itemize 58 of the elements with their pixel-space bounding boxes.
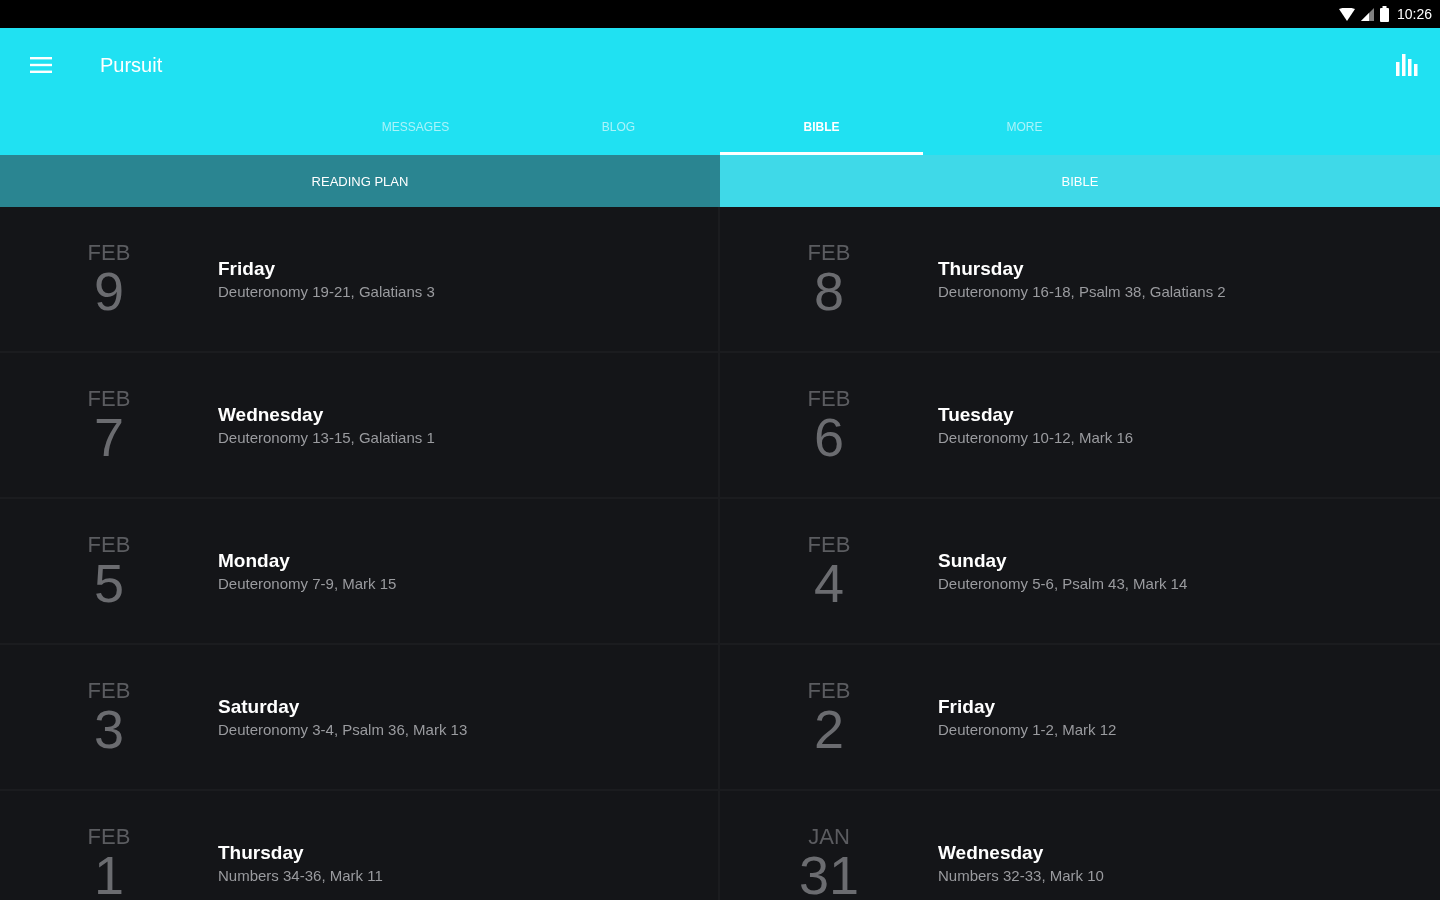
passage-text: Deuteronomy 7-9, Mark 15 — [218, 574, 397, 594]
passage-text: Deuteronomy 5-6, Psalm 43, Mark 14 — [938, 574, 1188, 594]
weekday-label: Monday — [218, 549, 291, 573]
month-label: FEB — [807, 387, 851, 411]
passage-text: Deuteronomy 10-12, Mark 16 — [938, 428, 1134, 448]
month-label: FEB — [807, 679, 851, 703]
day-number: 6 — [813, 411, 844, 463]
passage-text: Numbers 34-36, Mark 11 — [218, 866, 383, 886]
menu-icon[interactable] — [30, 57, 52, 73]
weekday-label: Thursday — [938, 257, 1025, 281]
weekday-label: Saturday — [218, 695, 301, 719]
reading-item[interactable]: FEB 6 Tuesday Deuteronomy 10-12, Mark 16 — [720, 353, 1440, 499]
reading-item[interactable]: FEB 2 Friday Deuteronomy 1-2, Mark 12 — [720, 645, 1440, 791]
day-number: 2 — [813, 703, 844, 755]
reading-item[interactable]: FEB 9 Friday Deuteronomy 19-21, Galatians 3 — [0, 207, 720, 353]
reading-item[interactable]: JAN 31 Wednesday Numbers 32-33, Mark 10 — [720, 791, 1440, 900]
weekday-label: Wednesday — [218, 403, 325, 427]
reading-item[interactable]: FEB 4 Sunday Deuteronomy 5-6, Psalm 43, Mark 14 — [720, 499, 1440, 645]
passage-text: Deuteronomy 1-2, Mark 12 — [938, 720, 1117, 740]
reading-item[interactable]: FEB 7 Wednesday Deuteronomy 13-15, Galatians 1 — [0, 353, 720, 499]
bar-chart-icon[interactable] — [1396, 54, 1418, 76]
weekday-label: Tuesday — [938, 403, 1015, 427]
passage-text: Numbers 32-33, Mark 10 — [938, 866, 1104, 886]
reading-item[interactable]: FEB 1 Thursday Numbers 34-36, Mark 11 — [0, 791, 720, 900]
sub-tab[interactable]: READING PLAN — [0, 155, 720, 207]
battery-icon — [1379, 6, 1389, 22]
reading-item[interactable]: FEB 5 Monday Deuteronomy 7-9, Mark 15 — [0, 499, 720, 645]
day-number: 1 — [93, 849, 124, 900]
app-title: Pursuit — [100, 53, 163, 77]
passage-text: Deuteronomy 16-18, Psalm 38, Galatians 2 — [938, 282, 1226, 302]
month-label: FEB — [87, 825, 131, 849]
month-label: FEB — [807, 241, 851, 265]
passage-text: Deuteronomy 19-21, Galatians 3 — [218, 282, 435, 302]
weekday-label: Friday — [938, 695, 997, 719]
weekday-label: Friday — [218, 257, 277, 281]
day-number: 3 — [93, 703, 124, 755]
day-number: 4 — [813, 557, 844, 609]
month-label: FEB — [87, 241, 131, 265]
signal-icon — [1360, 7, 1374, 21]
weekday-label: Sunday — [938, 549, 1008, 573]
wifi-icon — [1338, 7, 1355, 21]
month-label: FEB — [87, 533, 131, 557]
day-number: 31 — [798, 849, 860, 900]
month-label: FEB — [807, 533, 851, 557]
day-number: 7 — [93, 411, 124, 463]
weekday-label: Wednesday — [938, 841, 1045, 865]
month-label: FEB — [87, 679, 131, 703]
day-number: 5 — [93, 557, 124, 609]
reading-item[interactable]: FEB 3 Saturday Deuteronomy 3-4, Psalm 36, Mark 13 — [0, 645, 720, 791]
weekday-label: Thursday — [218, 841, 305, 865]
month-label: FEB — [87, 387, 131, 411]
day-number: 8 — [813, 265, 844, 317]
reading-item[interactable]: FEB 8 Thursday Deuteronomy 16-18, Psalm 38, Galatians 2 — [720, 207, 1440, 353]
day-number: 9 — [93, 265, 124, 317]
passage-text: Deuteronomy 13-15, Galatians 1 — [218, 428, 435, 448]
month-label: JAN — [808, 825, 850, 849]
passage-text: Deuteronomy 3-4, Psalm 36, Mark 13 — [218, 720, 468, 740]
clock-time: 10:26 — [1396, 6, 1432, 22]
